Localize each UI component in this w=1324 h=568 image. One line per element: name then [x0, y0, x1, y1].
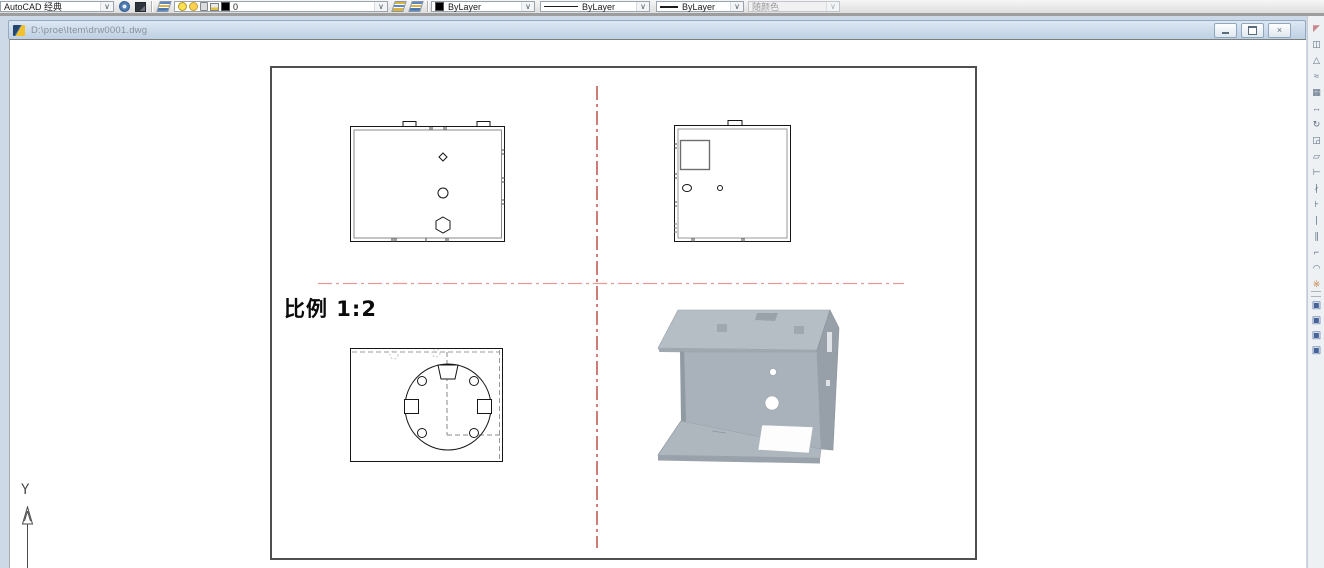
- single-viewport-icon[interactable]: ▣: [1310, 313, 1324, 328]
- modify-icon-group: ◤ ◫ △ ≈ ▦ ↔ ↻ ◲ ▱ ⊢ ∤ ⊦ ∣ ∥ ⌐ ◠ ※: [1309, 20, 1324, 292]
- chevron-down-icon: ∨: [521, 2, 534, 11]
- layer-on-bulb-icon: [178, 2, 187, 11]
- layer-unlock-icon: [200, 2, 208, 11]
- dwg-file-icon: [13, 24, 25, 36]
- offset-icon[interactable]: ≈: [1310, 68, 1324, 84]
- iso-3d-view[interactable]: [650, 300, 865, 495]
- explode-icon[interactable]: ※: [1310, 276, 1324, 292]
- chevron-down-icon: ∨: [730, 2, 743, 11]
- modify-toolbar: ◤ ◫ △ ≈ ▦ ↔ ↻ ◲ ▱ ⊢ ∤ ⊦ ∣ ∥ ⌐ ◠ ※ ▣ ▣ ▣ ▣: [1307, 16, 1324, 568]
- chevron-down-icon: ∨: [100, 2, 113, 11]
- stretch-icon[interactable]: ▱: [1310, 148, 1324, 164]
- close-button[interactable]: ×: [1268, 22, 1291, 38]
- rotate-icon[interactable]: ↻: [1310, 116, 1324, 132]
- break-icon[interactable]: ∥: [1310, 228, 1324, 244]
- linetype-dropdown[interactable]: ByLayer ∨: [540, 1, 650, 12]
- minimize-icon: [1222, 31, 1229, 34]
- lineweight-value: ByLayer: [682, 1, 716, 12]
- my-workspace-button[interactable]: [133, 0, 148, 13]
- layer-previous-icon: [391, 1, 407, 12]
- close-icon: ×: [1276, 24, 1283, 35]
- workspace-settings-button[interactable]: [117, 0, 132, 13]
- color-value: ByLayer: [448, 1, 482, 12]
- layer-dropdown[interactable]: 0 ∨: [174, 1, 388, 12]
- copy-icon[interactable]: ◫: [1310, 36, 1324, 52]
- restore-icon: [1248, 25, 1257, 35]
- layer-states-button[interactable]: [408, 0, 424, 13]
- plot-style-value: 随颜色: [752, 2, 780, 12]
- chamfer-icon[interactable]: ⌐: [1310, 244, 1324, 260]
- gear-icon: [119, 1, 130, 12]
- layer-color-swatch: [221, 2, 230, 11]
- lengthen-icon[interactable]: ⊢: [1310, 164, 1324, 180]
- move-icon[interactable]: ↔: [1310, 100, 1324, 116]
- bottom-view[interactable]: [346, 340, 508, 466]
- autocad-window: AutoCAD 经典 ∨ 0 ∨ ByLayer ∨ ByLayer ∨ ByL…: [0, 0, 1324, 568]
- chevron-down-icon: ∨: [636, 2, 649, 11]
- layer-properties-button[interactable]: [156, 0, 172, 13]
- minimize-button[interactable]: [1214, 22, 1237, 38]
- fillet-icon[interactable]: ◠: [1310, 260, 1324, 276]
- array-icon[interactable]: ▦: [1310, 84, 1324, 100]
- polygonal-viewport-icon[interactable]: ▣: [1310, 328, 1324, 343]
- layer-thaw-sun-icon: [189, 2, 198, 11]
- color-swatch: [435, 2, 444, 11]
- toolbar-separator: [151, 1, 152, 12]
- linetype-sample: [544, 6, 578, 7]
- mirror-icon[interactable]: △: [1310, 52, 1324, 68]
- extend-icon[interactable]: ⊦: [1310, 196, 1324, 212]
- lineweight-dropdown[interactable]: ByLayer ∨: [656, 1, 744, 12]
- trim-icon[interactable]: ∤: [1310, 180, 1324, 196]
- layer-state-icons: [178, 2, 230, 11]
- plot-style-dropdown: 随颜色 ∨: [748, 1, 840, 12]
- layers-icon: [156, 1, 172, 12]
- current-layer-name: 0: [233, 1, 239, 12]
- toolbar-grip: [1311, 291, 1321, 297]
- front-view[interactable]: [346, 116, 510, 248]
- document-titlebar[interactable]: D:\proe\Item\drw0001.dwg ×: [8, 20, 1306, 39]
- layer-plot-icon: [210, 2, 219, 11]
- window-buttons: ×: [1214, 22, 1291, 38]
- document-path: D:\proe\Item\drw0001.dwg: [31, 24, 148, 36]
- chevron-down-icon: ∨: [374, 2, 387, 11]
- side-view[interactable]: [670, 116, 796, 248]
- lineweight-sample: [660, 5, 678, 8]
- toolbar-separator: [427, 1, 428, 12]
- scale-text[interactable]: 比例 1:2: [284, 293, 377, 323]
- layer-previous-button[interactable]: [391, 0, 407, 13]
- workspace-lock-icon: [135, 1, 146, 12]
- ucs-y-label: Y: [21, 482, 30, 498]
- scale-icon[interactable]: ◲: [1310, 132, 1324, 148]
- linetype-value: ByLayer: [582, 1, 616, 12]
- workspace-dropdown[interactable]: AutoCAD 经典 ∨: [0, 1, 114, 12]
- toolbar-shadow-strip: [0, 13, 1324, 16]
- break-at-point-icon[interactable]: ∣: [1310, 212, 1324, 228]
- erase-icon[interactable]: ◤: [1310, 20, 1324, 36]
- layer-states-icon: [408, 1, 424, 12]
- named-views-icon[interactable]: ▣: [1310, 298, 1324, 313]
- chevron-down-icon: ∨: [826, 2, 839, 11]
- viewport-icon-group: ▣ ▣ ▣ ▣: [1309, 298, 1324, 358]
- color-dropdown[interactable]: ByLayer ∨: [431, 1, 535, 12]
- properties-toolbar: AutoCAD 经典 ∨ 0 ∨ ByLayer ∨ ByLayer ∨ ByL…: [0, 0, 1324, 14]
- workspace-value: AutoCAD 经典: [4, 2, 63, 12]
- clip-viewport-icon[interactable]: ▣: [1310, 343, 1324, 358]
- restore-button[interactable]: [1241, 22, 1264, 38]
